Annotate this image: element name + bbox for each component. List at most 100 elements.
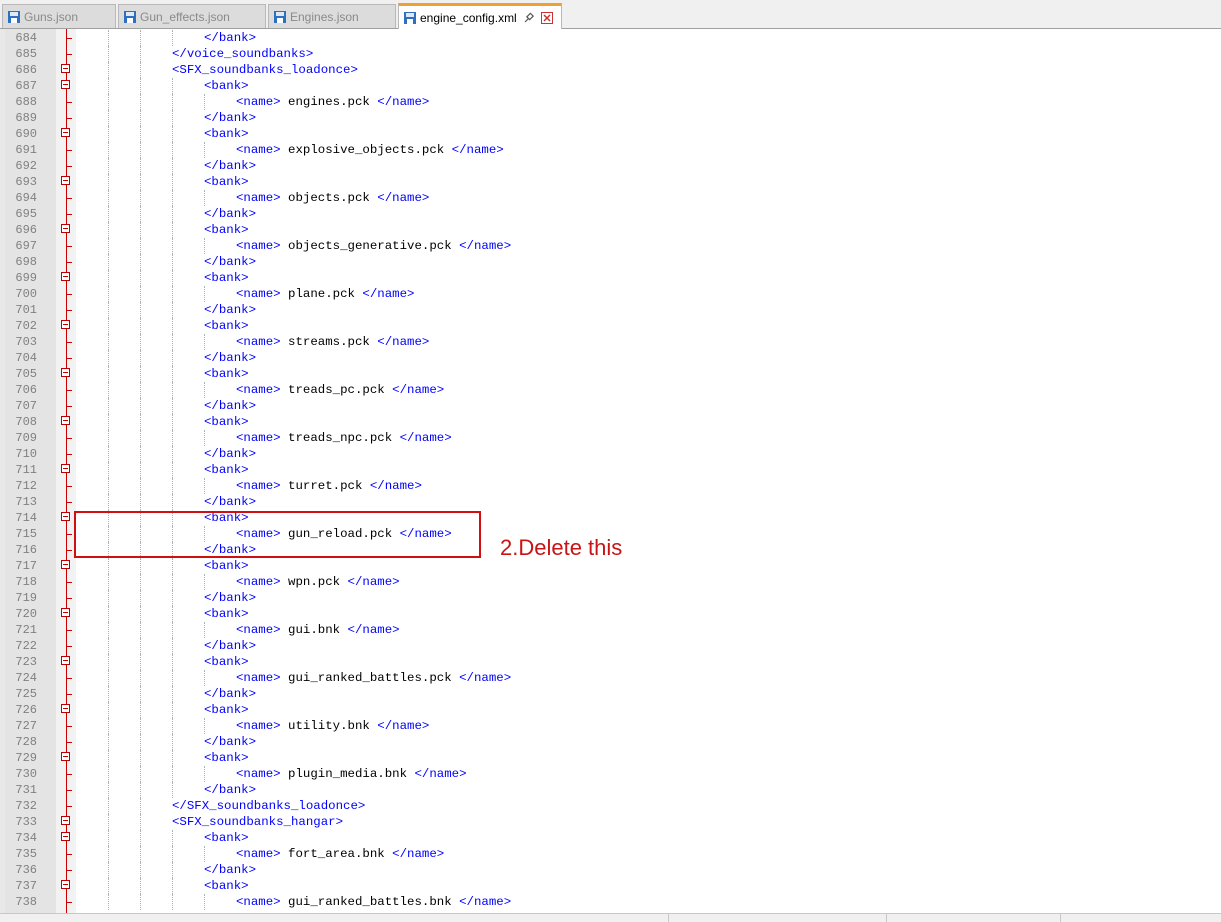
code-line[interactable]: 690 <bank> <box>0 126 1221 142</box>
line-number: 724 <box>15 671 37 685</box>
code-line[interactable]: 695 </bank> <box>0 206 1221 222</box>
fold-minus-icon[interactable] <box>61 704 70 713</box>
tab-engine-config-xml[interactable]: engine_config.xml <box>398 3 562 29</box>
code-line[interactable]: 687 <bank> <box>0 78 1221 94</box>
code-line[interactable]: 704 </bank> <box>0 350 1221 366</box>
fold-minus-icon[interactable] <box>61 752 70 761</box>
indent-guide <box>140 670 141 686</box>
code-line[interactable]: 684 </bank> <box>0 30 1221 46</box>
code-line[interactable]: 700 <name> plane.pck </name> <box>0 286 1221 302</box>
code-line[interactable]: 688 <name> engines.pck </name> <box>0 94 1221 110</box>
line-number: 700 <box>15 287 37 301</box>
fold-minus-icon[interactable] <box>61 272 70 281</box>
code-line[interactable]: 697 <name> objects_generative.pck </name> <box>0 238 1221 254</box>
code-line[interactable]: 701 </bank> <box>0 302 1221 318</box>
indent-guide <box>108 190 109 206</box>
code-line[interactable]: 686 <SFX_soundbanks_loadonce> <box>0 62 1221 78</box>
tab-engines-json[interactable]: Engines.json <box>268 4 396 28</box>
code-text: <SFX_soundbanks_hangar> <box>172 814 343 830</box>
xml-tag: <name> <box>236 431 281 445</box>
indent-guide <box>140 750 141 766</box>
code-line[interactable]: 735 <name> fort_area.bnk </name> <box>0 846 1221 862</box>
code-line[interactable]: 692 </bank> <box>0 158 1221 174</box>
code-line[interactable]: 729 <bank> <box>0 750 1221 766</box>
code-line[interactable]: 730 <name> plugin_media.bnk </name> <box>0 766 1221 782</box>
fold-minus-icon[interactable] <box>61 320 70 329</box>
fold-minus-icon[interactable] <box>61 832 70 841</box>
indent-guide <box>108 302 109 318</box>
code-line[interactable]: 732 </SFX_soundbanks_loadonce> <box>0 798 1221 814</box>
xml-text: plane.pck <box>280 287 363 301</box>
fold-minus-icon[interactable] <box>61 368 70 377</box>
code-line[interactable]: 719 </bank> <box>0 590 1221 606</box>
code-line[interactable]: 705 <bank> <box>0 366 1221 382</box>
pin-icon[interactable] <box>523 11 535 24</box>
fold-minus-icon[interactable] <box>61 80 70 89</box>
fold-minus-icon[interactable] <box>61 608 70 617</box>
code-line[interactable]: 724 <name> gui_ranked_battles.pck </name> <box>0 670 1221 686</box>
indent-guide <box>140 286 141 302</box>
code-text: <bank> <box>204 318 249 334</box>
code-text: <bank> <box>204 558 249 574</box>
fold-tick <box>66 342 72 343</box>
code-line[interactable]: 711 <bank> <box>0 462 1221 478</box>
indent-guide <box>140 398 141 414</box>
fold-minus-icon[interactable] <box>61 464 70 473</box>
code-line[interactable]: 696 <bank> <box>0 222 1221 238</box>
code-editor[interactable]: 684 </bank> 685 </voice_soundbanks> 686 <SFX_… <box>0 29 1221 913</box>
code-line[interactable]: 713 </bank> <box>0 494 1221 510</box>
line-number: 691 <box>15 143 37 157</box>
code-line[interactable]: 694 <name> objects.pck </name> <box>0 190 1221 206</box>
line-number: 719 <box>15 591 37 605</box>
code-line[interactable]: 737 <bank> <box>0 878 1221 894</box>
code-line[interactable]: 693 <bank> <box>0 174 1221 190</box>
code-line[interactable]: 703 <name> streams.pck </name> <box>0 334 1221 350</box>
code-line[interactable]: 718 <name> wpn.pck </name> <box>0 574 1221 590</box>
code-line[interactable]: 720 <bank> <box>0 606 1221 622</box>
code-line[interactable]: 710 </bank> <box>0 446 1221 462</box>
close-icon[interactable] <box>540 11 553 24</box>
code-line[interactable]: 723 <bank> <box>0 654 1221 670</box>
code-line[interactable]: 731 </bank> <box>0 782 1221 798</box>
code-line[interactable]: 685 </voice_soundbanks> <box>0 46 1221 62</box>
xml-tag: </SFX_soundbanks_loadonce> <box>172 799 366 813</box>
fold-minus-icon[interactable] <box>61 176 70 185</box>
code-line[interactable]: 733 <SFX_soundbanks_hangar> <box>0 814 1221 830</box>
code-line[interactable]: 709 <name> treads_npc.pck </name> <box>0 430 1221 446</box>
code-line[interactable]: 738 <name> gui_ranked_battles.bnk </name> <box>0 894 1221 910</box>
code-line[interactable]: 736 </bank> <box>0 862 1221 878</box>
tab-guns-json[interactable]: Guns.json <box>2 4 116 28</box>
code-line[interactable]: 707 </bank> <box>0 398 1221 414</box>
fold-minus-icon[interactable] <box>61 880 70 889</box>
fold-minus-icon[interactable] <box>61 656 70 665</box>
code-line[interactable]: 712 <name> turret.pck </name> <box>0 478 1221 494</box>
fold-tick <box>66 390 72 391</box>
line-number: 687 <box>15 79 37 93</box>
fold-minus-icon[interactable] <box>61 560 70 569</box>
code-line[interactable]: 699 <bank> <box>0 270 1221 286</box>
tab-gun-effects-json[interactable]: Gun_effects.json <box>118 4 266 28</box>
fold-minus-icon[interactable] <box>61 512 70 521</box>
code-line[interactable]: 722 </bank> <box>0 638 1221 654</box>
code-line[interactable]: 734 <bank> <box>0 830 1221 846</box>
code-line[interactable]: 698 </bank> <box>0 254 1221 270</box>
code-line[interactable]: 727 <name> utility.bnk </name> <box>0 718 1221 734</box>
fold-tick <box>66 54 72 55</box>
code-line[interactable]: 725 </bank> <box>0 686 1221 702</box>
horizontal-scrollbar[interactable] <box>0 913 1221 922</box>
fold-minus-icon[interactable] <box>61 816 70 825</box>
code-line[interactable]: 728 </bank> <box>0 734 1221 750</box>
code-line[interactable]: 691 <name> explosive_objects.pck </name> <box>0 142 1221 158</box>
code-line[interactable]: 708 <bank> <box>0 414 1221 430</box>
code-line[interactable]: 726 <bank> <box>0 702 1221 718</box>
code-line[interactable]: 706 <name> treads_pc.pck </name> <box>0 382 1221 398</box>
line-number: 694 <box>15 191 37 205</box>
code-line[interactable]: 702 <bank> <box>0 318 1221 334</box>
fold-minus-icon[interactable] <box>61 128 70 137</box>
code-line[interactable]: 689 </bank> <box>0 110 1221 126</box>
fold-minus-icon[interactable] <box>61 416 70 425</box>
code-line[interactable]: 721 <name> gui.bnk </name> <box>0 622 1221 638</box>
fold-minus-icon[interactable] <box>61 64 70 73</box>
fold-minus-icon[interactable] <box>61 224 70 233</box>
line-number: 708 <box>15 415 37 429</box>
